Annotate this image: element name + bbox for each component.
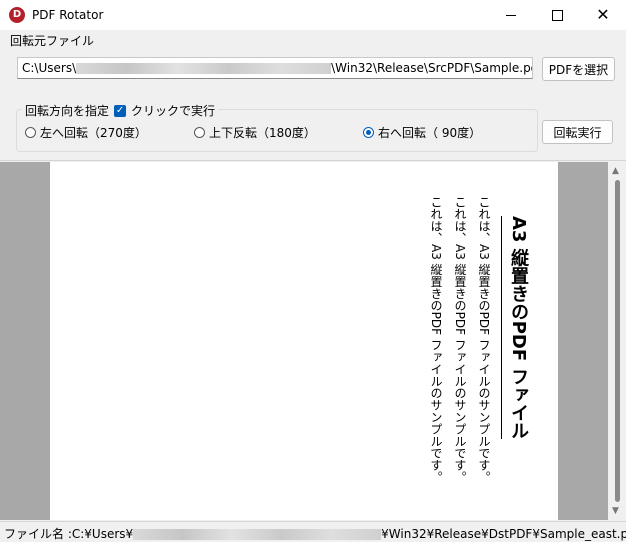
radio-label: 左へ回転（270度） xyxy=(40,126,147,140)
rotation-group-legend: 回転方向を指定 ✓ クリックで実行 xyxy=(22,102,219,119)
maximize-icon xyxy=(551,9,563,21)
scroll-thumb[interactable] xyxy=(615,180,620,502)
maximize-button[interactable] xyxy=(534,0,580,30)
radio-flip-vertical[interactable]: 上下反転（180度） xyxy=(194,124,316,141)
scroll-up-icon[interactable]: ▲ xyxy=(612,166,619,176)
minimize-button[interactable] xyxy=(488,0,534,30)
divider xyxy=(0,160,626,161)
title-bar[interactable]: D PDF Rotator ✕ xyxy=(0,0,626,30)
app-icon: D xyxy=(9,7,25,23)
source-path-input[interactable]: C:\Users\ \Win32\Release\SrcPDF\Sample.pd… xyxy=(17,57,533,79)
scroll-down-icon[interactable]: ▼ xyxy=(612,506,619,516)
click-exec-label[interactable]: クリックで実行 xyxy=(131,102,215,119)
pdf-page: A3 縦置きのPDF ファイル これは、A3 縦置きのPDF ファイルのサンプル… xyxy=(50,162,558,520)
pdf-preview-area[interactable]: A3 縦置きのPDF ファイル これは、A3 縦置きのPDF ファイルのサンプル… xyxy=(0,162,608,520)
radio-rotate-right[interactable]: 右へ回転（ 90度） xyxy=(363,124,481,141)
vertical-scrollbar[interactable]: ▲ ▼ xyxy=(608,162,626,520)
radio-label: 右へ回転（ 90度） xyxy=(378,126,482,140)
radio-label: 上下反転（180度） xyxy=(209,126,316,140)
redacted-path-segment xyxy=(133,529,382,540)
preview-title: A3 縦置きのPDF ファイル xyxy=(501,216,531,440)
radio-circle[interactable] xyxy=(194,127,205,138)
source-path-suffix: \Win32\Release\SrcPDF\Sample.pdf xyxy=(331,61,533,75)
source-file-label: 回転元ファイル xyxy=(10,34,95,48)
status-text: ファイル名 :C:¥Users¥ ¥Win32¥Release¥DstPDF¥Sa… xyxy=(4,525,626,542)
execute-rotation-button[interactable]: 回転実行 xyxy=(542,120,613,144)
status-suffix: ¥Win32¥Release¥DstPDF¥Sample_east.pdf xyxy=(381,527,626,541)
close-icon: ✕ xyxy=(596,5,610,24)
preview-line: これは、A3 縦置きのPDF ファイルのサンプルです。 xyxy=(477,196,491,483)
redacted-path-segment xyxy=(76,63,332,74)
close-button[interactable]: ✕ xyxy=(580,0,626,30)
source-path-prefix: C:\Users\ xyxy=(22,61,77,75)
preview-line: これは、A3 縦置きのPDF ファイルのサンプルです。 xyxy=(453,196,467,483)
rotation-group-label: 回転方向を指定 xyxy=(25,104,110,118)
click-exec-checkbox[interactable]: ✓ xyxy=(114,104,127,117)
radio-circle[interactable] xyxy=(25,127,36,138)
radio-rotate-left[interactable]: 左へ回転（270度） xyxy=(25,124,147,141)
minimize-icon xyxy=(506,14,516,16)
preview-line: これは、A3 縦置きのPDF ファイルのサンプルです。 xyxy=(429,196,443,483)
status-bar: ファイル名 :C:¥Users¥ ¥Win32¥Release¥DstPDF¥Sa… xyxy=(0,521,626,542)
select-pdf-button[interactable]: PDFを選択 xyxy=(542,57,615,81)
status-prefix: ファイル名 :C:¥Users¥ xyxy=(4,527,134,541)
main-window: D PDF Rotator ✕ 回転元ファイル C:\Users\ \Win32\… xyxy=(0,0,626,542)
window-title: PDF Rotator xyxy=(32,8,104,22)
radio-circle-selected[interactable] xyxy=(363,127,374,138)
